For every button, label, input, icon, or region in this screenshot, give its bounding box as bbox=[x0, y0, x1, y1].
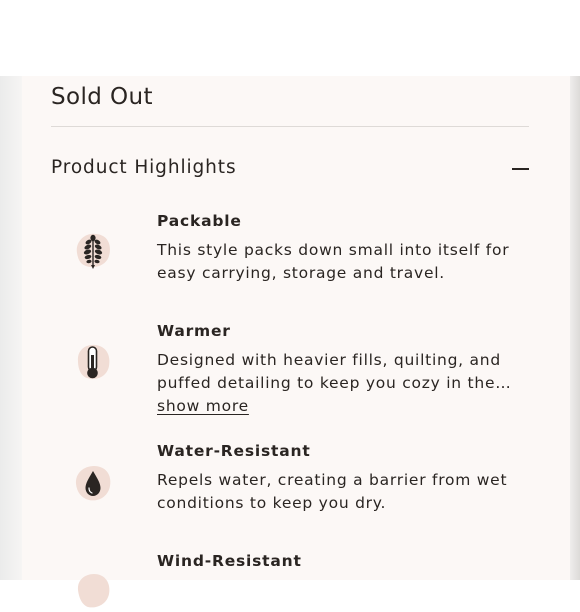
highlight-title: Water-Resistant bbox=[157, 442, 311, 460]
highlight-description: This style packs down small into itself … bbox=[157, 241, 510, 282]
show-more-link[interactable]: show more bbox=[157, 397, 249, 415]
sold-out-status: Sold Out bbox=[51, 84, 153, 110]
highlight-title: Wind-Resistant bbox=[157, 552, 302, 570]
divider bbox=[51, 126, 529, 127]
minus-icon bbox=[512, 168, 529, 170]
product-info-panel: Sold Out Product Highlights Packable Thi… bbox=[22, 76, 570, 608]
water-drop-icon bbox=[72, 462, 114, 504]
leaf-icon bbox=[72, 229, 114, 271]
wind-icon bbox=[72, 570, 114, 612]
highlight-description: Repels water, creating a barrier from we… bbox=[157, 471, 508, 512]
product-highlights-heading[interactable]: Product Highlights bbox=[51, 157, 236, 178]
page-edge-left bbox=[0, 76, 22, 580]
collapse-highlights-button[interactable] bbox=[511, 158, 531, 178]
page-edge-right bbox=[570, 76, 580, 580]
highlight-title: Warmer bbox=[157, 322, 231, 340]
thermometer-icon bbox=[72, 341, 114, 383]
highlight-title: Packable bbox=[157, 212, 242, 230]
highlight-description: Designed with heavier fills, quilting, a… bbox=[157, 351, 512, 392]
